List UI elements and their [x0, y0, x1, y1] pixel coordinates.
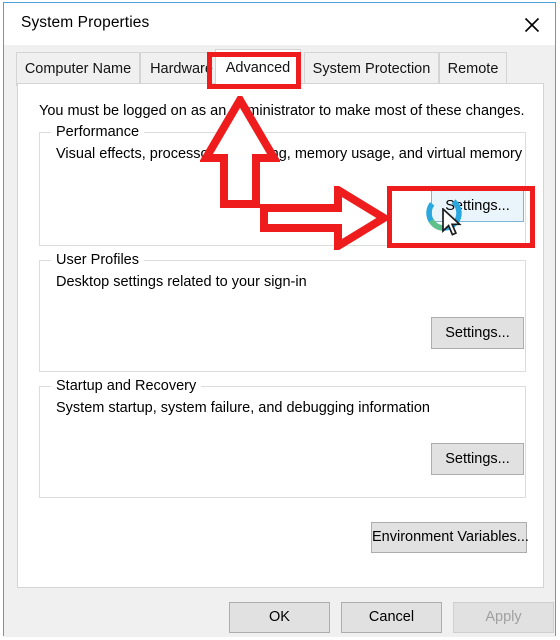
- group-performance: Performance Visual effects, processor sc…: [39, 124, 526, 246]
- group-startup-and-recovery: Startup and Recovery System startup, sys…: [39, 378, 526, 498]
- tab-hardware[interactable]: Hardware: [140, 52, 223, 86]
- administrator-note: You must be logged on as an Administrato…: [39, 103, 525, 119]
- group-startup-and-recovery-description: System startup, system failure, and debu…: [56, 400, 430, 416]
- performance-settings-button[interactable]: Settings...: [431, 190, 524, 222]
- cancel-button[interactable]: Cancel: [341, 602, 442, 633]
- environment-variables-button[interactable]: Environment Variables...: [371, 522, 529, 553]
- group-performance-description: Visual effects, processor scheduling, me…: [56, 146, 523, 162]
- group-startup-and-recovery-title: Startup and Recovery: [51, 378, 202, 394]
- group-user-profiles-title: User Profiles: [51, 252, 144, 268]
- user-profiles-settings-button[interactable]: Settings...: [431, 317, 524, 349]
- startup-and-recovery-settings-button[interactable]: Settings...: [431, 443, 524, 475]
- system-properties-dialog: System Properties Computer Name Hardware…: [3, 2, 556, 637]
- tab-advanced[interactable]: Advanced: [215, 49, 301, 87]
- group-performance-title: Performance: [51, 124, 145, 140]
- dialog-footer: OK Cancel Apply: [4, 589, 555, 637]
- tab-remote[interactable]: Remote: [439, 52, 507, 86]
- tab-computer-name[interactable]: Computer Name: [16, 52, 140, 86]
- title-bar: System Properties: [4, 3, 555, 45]
- close-button[interactable]: [509, 3, 555, 44]
- tab-system-protection[interactable]: System Protection: [304, 52, 439, 86]
- group-user-profiles: User Profiles Desktop settings related t…: [39, 252, 526, 372]
- advanced-tab-panel: You must be logged on as an Administrato…: [17, 83, 544, 588]
- apply-button: Apply: [453, 602, 554, 633]
- ok-button[interactable]: OK: [229, 602, 330, 633]
- window-title: System Properties: [21, 14, 150, 31]
- tab-strip: Computer Name Hardware Advanced System P…: [4, 45, 555, 87]
- group-user-profiles-description: Desktop settings related to your sign-in: [56, 274, 307, 290]
